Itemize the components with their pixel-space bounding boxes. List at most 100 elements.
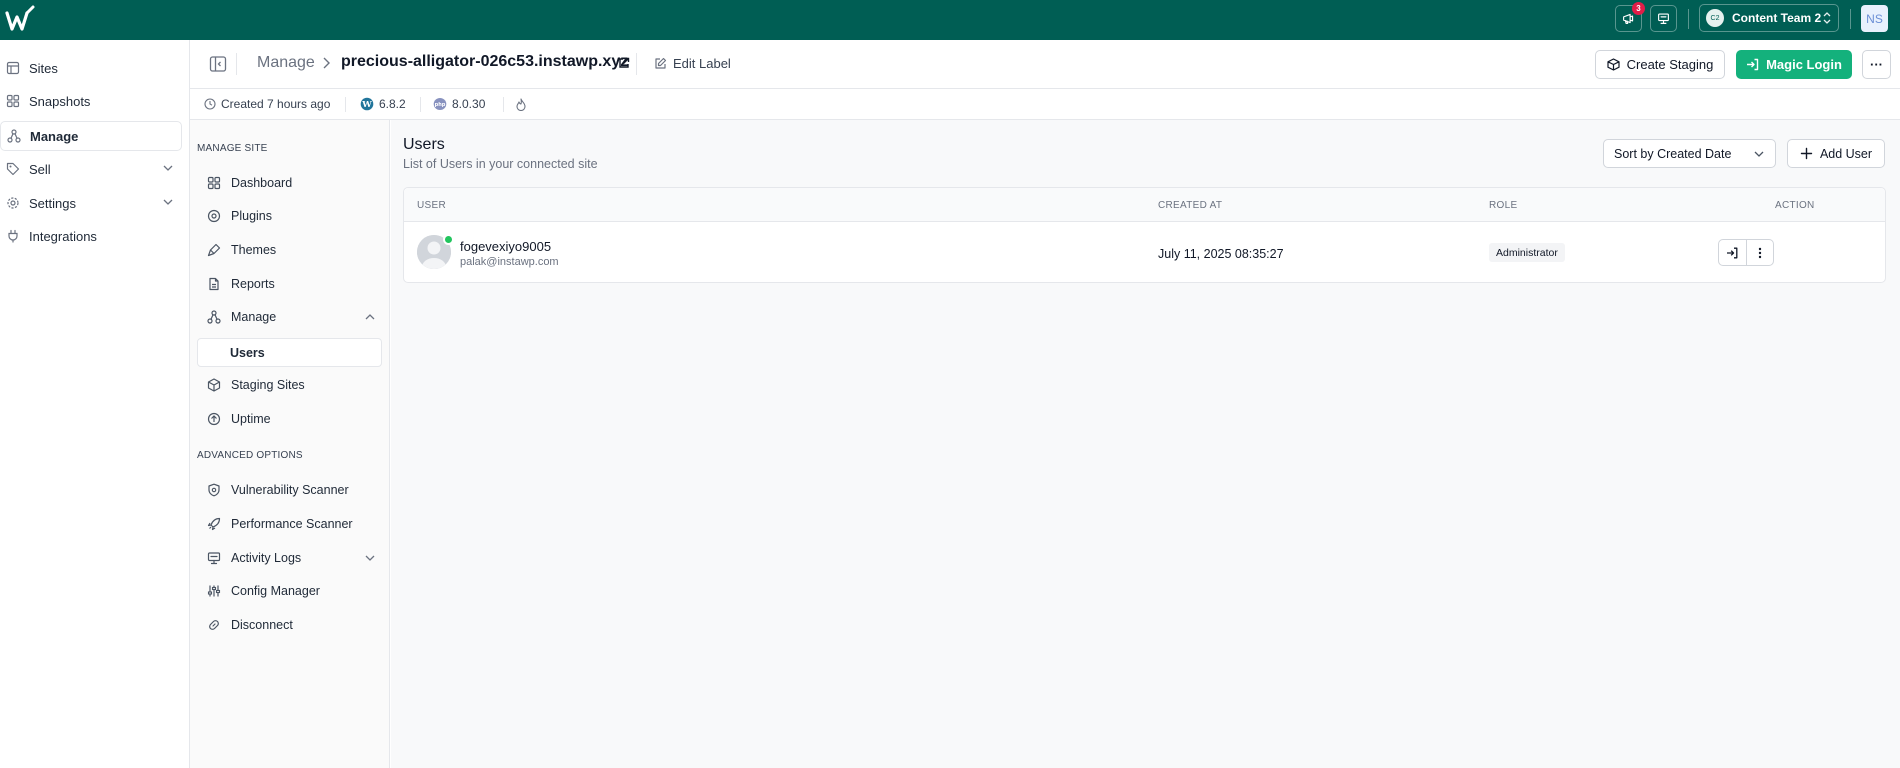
monitor-icon [207,551,221,565]
presentation-icon [1658,13,1669,24]
role-badge: Administrator [1489,243,1565,262]
sidebar-item-label: Integrations [29,228,97,244]
user-avatar-button[interactable]: NS [1861,5,1888,32]
create-staging-label: Create Staging [1626,57,1714,72]
created-text: Created 7 hours ago [221,97,331,111]
chevron-down-icon [163,199,173,205]
vertical-dots-icon [1758,247,1762,258]
subnav-item-staging-sites[interactable]: Staging Sites [197,370,382,400]
subnav-item-label: Vulnerability Scanner [231,483,349,497]
meta-divider [345,97,346,112]
edit-label-button[interactable]: Edit Label [654,56,731,71]
sidebar-item-label: Sites [29,60,58,76]
user-created-at: July 11, 2025 08:35:27 [1158,247,1284,261]
wordpress-version-text: 6.8.2 [379,97,406,111]
meta-divider [503,97,504,112]
table-row: fogevexiyo9005 palak@instawp.com July 11… [404,222,1885,283]
external-link-icon[interactable] [618,57,630,69]
sidebar-item-snapshots[interactable]: Snapshots [0,86,182,116]
top-bar: 3 C2 Content Team 2 NS [0,0,1900,40]
site-name: precious-alligator-026c53.instawp.xyz [341,53,629,70]
advanced-options-title: ADVANCED OPTIONS [197,450,303,461]
team-name: Content Team 2 [1732,11,1822,25]
magic-login-label: Magic Login [1766,57,1842,72]
sliders-icon [207,584,221,598]
subnav-item-config-manager[interactable]: Config Manager [197,576,382,606]
subnav-item-disconnect[interactable]: Disconnect [197,610,382,640]
online-status-dot [443,234,454,245]
add-user-label: Add User [1819,146,1873,161]
sidebar-item-label: Manage [30,128,79,144]
row-actions [1718,239,1774,266]
sidebar-item-manage[interactable]: Manage [0,121,182,151]
header-divider [636,53,637,75]
table-header: USER CREATED AT ROLE ACTION [404,188,1885,222]
magic-login-button[interactable]: Magic Login [1736,50,1852,79]
login-icon [1747,58,1759,71]
subnav-item-label: Disconnect [231,618,293,632]
topbar-divider [1688,9,1689,29]
sidebar-item-sites[interactable]: Sites [0,53,182,83]
dashboard-icon [207,176,221,190]
sidebar-item-settings[interactable]: Settings [0,188,182,218]
subnav-item-plugins[interactable]: Plugins [197,201,382,231]
team-badge: C2 [1706,9,1724,27]
flame-icon [516,98,526,111]
subnav-item-label: Themes [231,243,277,257]
create-staging-button[interactable]: Create Staging [1595,50,1725,79]
manage-site-title: MANAGE SITE [197,143,268,154]
chevron-down-icon [163,165,173,171]
manage-icon [7,129,21,143]
subnav-item-label: Config Manager [231,584,320,598]
breadcrumb-manage[interactable]: Manage [257,54,315,72]
sidebar-item-label: Snapshots [29,93,91,109]
add-user-button[interactable]: Add User [1787,139,1885,168]
topbar-divider [1850,9,1851,29]
report-icon [207,277,221,291]
sort-select[interactable]: Sort by Created Date [1603,139,1776,168]
subnav-item-uptime[interactable]: Uptime [197,404,382,434]
sidebar-item-integrations[interactable]: Integrations [0,221,182,251]
subnav-item-label: Staging Sites [231,378,305,392]
row-more-button[interactable] [1745,240,1773,265]
subnav-item-label: Dashboard [231,176,293,190]
link-icon [207,618,221,632]
subnav-item-themes[interactable]: Themes [197,235,382,265]
shield-icon [207,483,221,497]
rocket-icon [207,517,221,531]
more-options-button[interactable]: ··· [1862,50,1891,79]
user-email: palak@instawp.com [460,256,559,268]
cube-icon [1607,58,1620,71]
subnav-item-activity-logs[interactable]: Activity Logs [197,543,382,573]
sidebar-item-sell[interactable]: Sell [0,154,182,184]
users-table: USER CREATED AT ROLE ACTION fogevexiyo90… [403,187,1886,283]
subnav-item-performance-scanner[interactable]: Performance Scanner [197,509,382,539]
header-divider [236,53,237,75]
sidebar-toggle-icon[interactable] [209,55,227,73]
svg-text:php: php [435,102,446,108]
gear-icon [6,196,20,210]
page-subtitle: List of Users in your connected site [403,157,598,171]
site-meta-bar: Created 7 hours ago W 6.8.2 php 8.0.30 [190,89,1900,120]
team-selector[interactable]: C2 Content Team 2 [1699,4,1839,32]
subnav-item-reports[interactable]: Reports [197,269,382,299]
plus-icon [1800,147,1813,160]
wordpress-icon: W [360,97,374,111]
subnav-item-vulnerability-scanner[interactable]: Vulnerability Scanner [197,475,382,505]
subnav-item-dashboard[interactable]: Dashboard [197,168,382,198]
instawp-logo[interactable] [4,4,36,36]
chevron-right-icon [323,57,330,69]
cube-icon [207,378,221,392]
login-icon [1727,247,1738,258]
subnav-item-manage[interactable]: Manage [197,302,382,332]
subnav-item-users[interactable]: Users [197,338,382,367]
feedback-button[interactable] [1650,5,1677,32]
php-version: php 8.0.30 [433,97,485,111]
login-as-user-button[interactable] [1719,240,1746,265]
announcements-button[interactable]: 3 [1615,2,1645,32]
wordpress-version: W 6.8.2 [360,97,406,111]
chevron-down-icon [365,555,375,561]
tag-icon [6,162,20,176]
subnav-item-label: Uptime [231,412,271,426]
meta-divider [420,97,421,112]
